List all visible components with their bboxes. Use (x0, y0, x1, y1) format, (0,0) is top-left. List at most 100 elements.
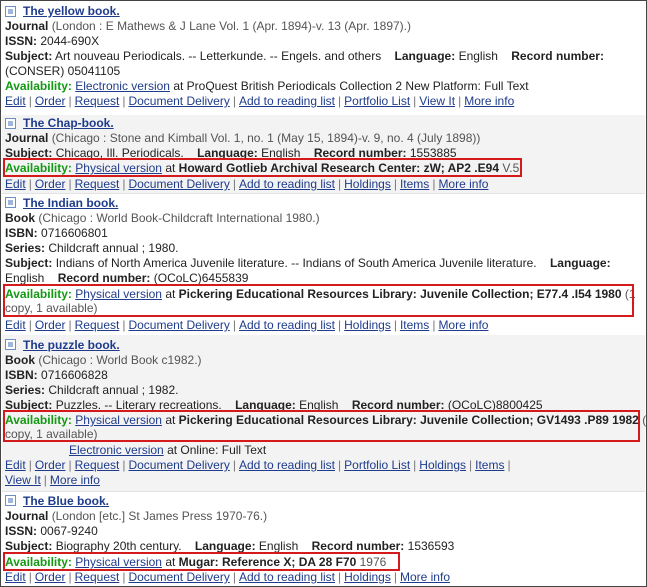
view-it-link[interactable]: View It (5, 473, 41, 487)
request-link[interactable]: Request (75, 94, 120, 108)
add-to-reading-list-link[interactable]: Add to reading list (239, 570, 335, 584)
series-value: Childcraft annual ; 1982. (48, 383, 179, 397)
physical-version-link[interactable]: Physical version (75, 555, 162, 569)
request-link[interactable]: Request (75, 318, 120, 332)
document-delivery-link[interactable]: Document Delivery (128, 177, 229, 191)
more-info-link[interactable]: More info (464, 94, 514, 108)
order-link[interactable]: Order (35, 570, 66, 584)
edit-link[interactable]: Edit (5, 570, 26, 584)
series-label: Series: (5, 383, 46, 397)
document-delivery-link[interactable]: Document Delivery (128, 458, 229, 472)
availability-location: Mugar: Reference X; DA 28 F70 (178, 555, 357, 569)
availability-label: Availability: (5, 413, 72, 427)
add-to-reading-list-link[interactable]: Add to reading list (239, 458, 335, 472)
more-info-link[interactable]: More info (438, 318, 488, 332)
edit-link[interactable]: Edit (5, 318, 26, 332)
portfolio-list-link[interactable]: Portfolio List (344, 458, 410, 472)
result-record-2: The Chap-book. Journal (Chicago : Stone … (2, 115, 645, 194)
record-publication: (Chicago : World Book c1982.) (38, 353, 202, 367)
request-link[interactable]: Request (75, 177, 120, 191)
view-it-link[interactable]: View It (419, 94, 455, 108)
availability-location: Pickering Educational Resources Library:… (178, 287, 622, 301)
document-delivery-link[interactable]: Document Delivery (128, 94, 229, 108)
record-number-value: (CONSER) 05041105 (5, 64, 121, 78)
subject-label: Subject: (5, 49, 53, 63)
isbn-value: 0716606828 (41, 368, 108, 382)
record-actions-wrap: View It | More info (5, 473, 100, 487)
record-publication: (London [etc.] St James Press 1970-76.) (51, 509, 268, 523)
language-value: English (299, 398, 339, 412)
language-label: Language: (549, 256, 611, 270)
portfolio-list-link[interactable]: Portfolio List (344, 94, 410, 108)
record-title[interactable]: The Blue book. (23, 494, 109, 508)
record-actions: Edit | Order | Request | Document Delivery | Add… (5, 458, 511, 472)
subject-label: Subject: (5, 256, 53, 270)
record-number-value: 1536593 (407, 539, 455, 553)
availability-at: at (165, 287, 176, 301)
physical-version-link[interactable]: Physical version (75, 413, 162, 427)
record-type: Book (5, 211, 35, 225)
request-link[interactable]: Request (75, 458, 120, 472)
result-record-3: The Indian book. Book (Chicago : World B… (2, 193, 645, 336)
subject-value: Chicago, Ill. Periodicals. (55, 146, 184, 160)
availability-label: Availability: (5, 161, 72, 175)
holdings-link[interactable]: Holdings (344, 177, 391, 191)
add-to-reading-list-link[interactable]: Add to reading list (239, 318, 335, 332)
more-info-link[interactable]: More info (438, 177, 488, 191)
more-info-link[interactable]: More info (400, 570, 450, 584)
record-actions: Edit | Order | Request | Document Delivery | Add… (5, 570, 450, 584)
subject-label: Subject: (5, 146, 53, 160)
availability-count: copy, 1 available) (5, 301, 98, 315)
language-value: English (458, 49, 498, 63)
availability-location: Pickering Educational Resources Library:… (178, 413, 639, 427)
add-to-reading-list-link[interactable]: Add to reading list (239, 94, 335, 108)
checkbox-icon[interactable] (4, 5, 17, 18)
record-actions: Edit | Order | Request | Document Delivery | Add… (5, 94, 515, 108)
request-link[interactable]: Request (75, 570, 120, 584)
document-delivery-link[interactable]: Document Delivery (128, 570, 229, 584)
holdings-link[interactable]: Holdings (344, 570, 391, 584)
record-type: Journal (5, 19, 49, 33)
edit-link[interactable]: Edit (5, 177, 26, 191)
checkbox-icon[interactable] (4, 338, 17, 351)
holdings-link[interactable]: Holdings (419, 458, 466, 472)
items-link[interactable]: Items (475, 458, 504, 472)
edit-link[interactable]: Edit (5, 94, 26, 108)
availability-text: at ProQuest British Periodicals Collecti… (173, 79, 529, 93)
availability-text-2: at Online: Full Text (167, 443, 267, 457)
order-link[interactable]: Order (35, 458, 66, 472)
record-number-label: Record number: (311, 539, 405, 553)
record-title[interactable]: The yellow book. (23, 4, 120, 18)
record-title[interactable]: The Chap-book. (23, 116, 114, 130)
subject-value: Indians of North America Juvenile litera… (55, 256, 537, 270)
record-title[interactable]: The Indian book. (23, 196, 118, 210)
record-type: Journal (5, 509, 49, 523)
physical-version-link[interactable]: Physical version (75, 287, 162, 301)
add-to-reading-list-link[interactable]: Add to reading list (239, 177, 335, 191)
availability-text: 1976 (359, 555, 387, 569)
issn-label: ISSN: (5, 524, 38, 538)
checkbox-icon[interactable] (4, 117, 17, 130)
order-link[interactable]: Order (35, 318, 66, 332)
record-type: Book (5, 353, 35, 367)
availability-count: copy, 1 available) (5, 427, 98, 441)
order-link[interactable]: Order (35, 94, 66, 108)
edit-link[interactable]: Edit (5, 458, 26, 472)
document-delivery-link[interactable]: Document Delivery (128, 318, 229, 332)
record-number-label: Record number: (313, 146, 407, 160)
record-number-value: (OCoLC)6455839 (153, 271, 249, 285)
language-label: Language: (235, 398, 296, 412)
holdings-link[interactable]: Holdings (344, 318, 391, 332)
more-info-link[interactable]: More info (50, 473, 100, 487)
items-link[interactable]: Items (400, 318, 429, 332)
record-actions: Edit | Order | Request | Document Delivery | Add… (5, 177, 489, 191)
electronic-version-link[interactable]: Electronic version (75, 79, 170, 93)
record-title[interactable]: The puzzle book. (23, 338, 120, 352)
electronic-version-link[interactable]: Electronic version (69, 443, 164, 457)
checkbox-icon[interactable] (4, 494, 17, 507)
physical-version-link[interactable]: Physical version (75, 161, 162, 175)
order-link[interactable]: Order (35, 177, 66, 191)
checkbox-icon[interactable] (4, 196, 17, 209)
record-actions: Edit | Order | Request | Document Delivery | Add… (5, 318, 489, 332)
items-link[interactable]: Items (400, 177, 429, 191)
